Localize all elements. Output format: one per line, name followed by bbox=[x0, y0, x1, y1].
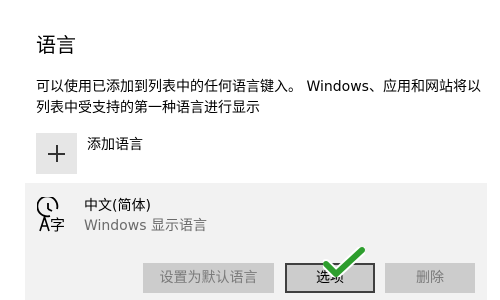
page-title: 语言 bbox=[36, 33, 76, 57]
language-name: 中文(简体) bbox=[84, 198, 151, 214]
language-list-item-selected[interactable]: 字 中文(简体) Windows 显示语言 设置为默认语言 选项 删除 bbox=[25, 183, 487, 300]
remove-button[interactable]: 删除 bbox=[385, 263, 475, 293]
svg-text:字: 字 bbox=[50, 216, 65, 233]
add-language-button[interactable]: 添加语言 bbox=[36, 133, 143, 175]
page-description: 可以使用已添加到列表中的任何语言键入。 Windows、应用和网站将以列表中受支… bbox=[36, 79, 481, 116]
language-icon: 字 bbox=[37, 197, 65, 233]
language-subtitle: Windows 显示语言 bbox=[84, 218, 207, 234]
plus-icon[interactable] bbox=[36, 133, 77, 174]
checkmark-icon bbox=[323, 247, 365, 277]
add-language-label[interactable]: 添加语言 bbox=[87, 135, 143, 155]
set-default-button[interactable]: 设置为默认语言 bbox=[143, 263, 274, 293]
